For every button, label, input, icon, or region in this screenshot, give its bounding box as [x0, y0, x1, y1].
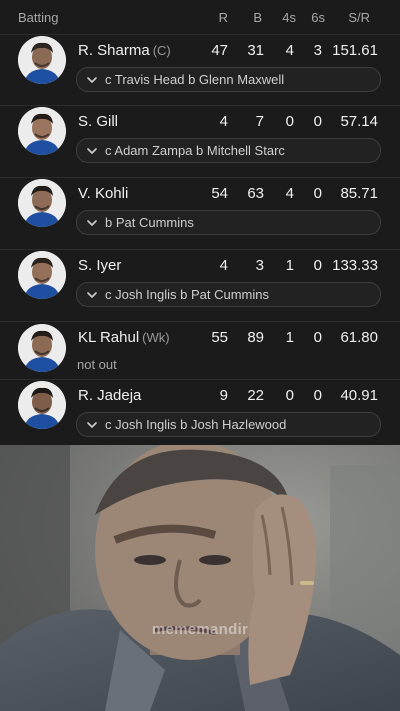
batting-scorecard: Batting R B 4s 6s S/R R. Sharma (C) 47 31 4 3…	[0, 0, 400, 445]
stat-fours: 0	[285, 387, 294, 404]
batter-name[interactable]: R. Jadeja	[78, 387, 141, 404]
stat-strike-rate: 57.14	[340, 113, 378, 130]
stat-runs: 4	[219, 113, 228, 130]
batter-role: (Wk)	[142, 330, 170, 345]
batter-name[interactable]: V. Kohli	[78, 185, 128, 202]
stat-strike-rate: 85.71	[340, 185, 378, 202]
batter-name-text: S. Iyer	[78, 257, 122, 274]
stat-runs: 9	[219, 387, 228, 404]
stat-sixes: 3	[313, 42, 322, 59]
batter-name[interactable]: R. Sharma (C)	[78, 42, 171, 59]
col-balls-header: B	[253, 10, 262, 25]
meme-photo: mememandir	[0, 445, 400, 711]
chevron-down-icon	[87, 291, 97, 298]
player-avatar-icon	[18, 381, 66, 429]
watermark-text: mememandir	[151, 621, 249, 638]
chevron-down-icon	[87, 421, 97, 428]
batter-row[interactable]: KL Rahul (Wk) 55 89 1 0 61.80 not out	[0, 321, 400, 379]
stat-balls: 89	[247, 329, 264, 346]
stat-fours: 4	[285, 185, 294, 202]
player-avatar-icon	[18, 179, 66, 227]
col-strike-rate-header: S/R	[348, 10, 370, 25]
stat-balls: 3	[255, 257, 264, 274]
dismissal-dropdown[interactable]: c Josh Inglis b Pat Cummins	[76, 282, 381, 307]
dismissal-text: c Travis Head b Glenn Maxwell	[105, 72, 285, 87]
batting-heading: Batting	[18, 10, 59, 25]
stat-balls: 63	[247, 185, 264, 202]
col-fours-header: 4s	[282, 10, 296, 25]
stat-fours: 4	[285, 42, 294, 59]
stat-fours: 1	[285, 329, 294, 346]
batter-name[interactable]: S. Gill	[78, 113, 118, 130]
stat-runs: 4	[219, 257, 228, 274]
stat-fours: 0	[285, 113, 294, 130]
col-sixes-header: 6s	[311, 10, 325, 25]
dismissal-dropdown[interactable]: c Josh Inglis b Josh Hazlewood	[76, 412, 381, 437]
stat-balls: 31	[247, 42, 264, 59]
stat-strike-rate: 133.33	[332, 257, 378, 274]
stat-sixes: 0	[313, 329, 322, 346]
dismissal-text: c Josh Inglis b Josh Hazlewood	[105, 417, 287, 432]
dismissal-dropdown[interactable]: c Travis Head b Glenn Maxwell	[76, 67, 381, 92]
batter-name-text: KL Rahul	[78, 329, 140, 346]
dismissal-text: c Josh Inglis b Pat Cummins	[105, 287, 270, 302]
stat-strike-rate: 40.91	[340, 387, 378, 404]
batter-name-text: R. Jadeja	[78, 387, 142, 404]
dismissal-dropdown[interactable]: c Adam Zampa b Mitchell Starc	[76, 138, 381, 163]
player-avatar-icon	[18, 107, 66, 155]
batter-row[interactable]: S. Iyer 4 3 1 0 133.33 c Josh Inglis b Pat Cum…	[0, 249, 400, 321]
not-out-status: not out	[77, 357, 117, 372]
player-avatar-icon	[18, 251, 66, 299]
stat-strike-rate: 61.80	[340, 329, 378, 346]
stat-strike-rate: 151.61	[332, 42, 378, 59]
stat-sixes: 0	[313, 387, 322, 404]
player-avatar-icon	[18, 324, 66, 372]
dismissal-text: b Pat Cummins	[105, 215, 194, 230]
stat-sixes: 0	[313, 185, 322, 202]
col-runs-header: R	[218, 10, 228, 25]
batter-row[interactable]: R. Jadeja 9 22 0 0 40.91 c Josh Inglis b Josh …	[0, 379, 400, 445]
batter-name[interactable]: S. Iyer	[78, 257, 121, 274]
dismissal-text: c Adam Zampa b Mitchell Starc	[105, 143, 285, 158]
man-rubbing-forehead-image	[0, 445, 400, 711]
stat-balls: 22	[247, 387, 264, 404]
stat-fours: 1	[285, 257, 294, 274]
stat-balls: 7	[255, 113, 264, 130]
stat-runs: 54	[211, 185, 228, 202]
chevron-down-icon	[87, 147, 97, 154]
batter-role: (C)	[152, 43, 171, 58]
scorecard-header: Batting R B 4s 6s S/R	[0, 0, 400, 34]
batter-row[interactable]: V. Kohli 54 63 4 0 85.71 b Pat Cummins	[0, 177, 400, 249]
batter-row[interactable]: R. Sharma (C) 47 31 4 3 151.61 c Travis Head b …	[0, 34, 400, 105]
batter-name-text: V. Kohli	[78, 185, 129, 202]
batter-name-text: R. Sharma	[78, 42, 150, 59]
chevron-down-icon	[87, 219, 97, 226]
stat-sixes: 0	[313, 257, 322, 274]
player-avatar-icon	[18, 36, 66, 84]
dismissal-dropdown[interactable]: b Pat Cummins	[76, 210, 381, 235]
batter-row[interactable]: S. Gill 4 7 0 0 57.14 c Adam Zampa b Mitchell …	[0, 105, 400, 177]
stat-runs: 55	[211, 329, 228, 346]
stat-runs: 47	[211, 42, 228, 59]
chevron-down-icon	[87, 76, 97, 83]
stat-sixes: 0	[313, 113, 322, 130]
batter-name-text: S. Gill	[78, 113, 119, 130]
batter-name[interactable]: KL Rahul (Wk)	[78, 329, 170, 346]
